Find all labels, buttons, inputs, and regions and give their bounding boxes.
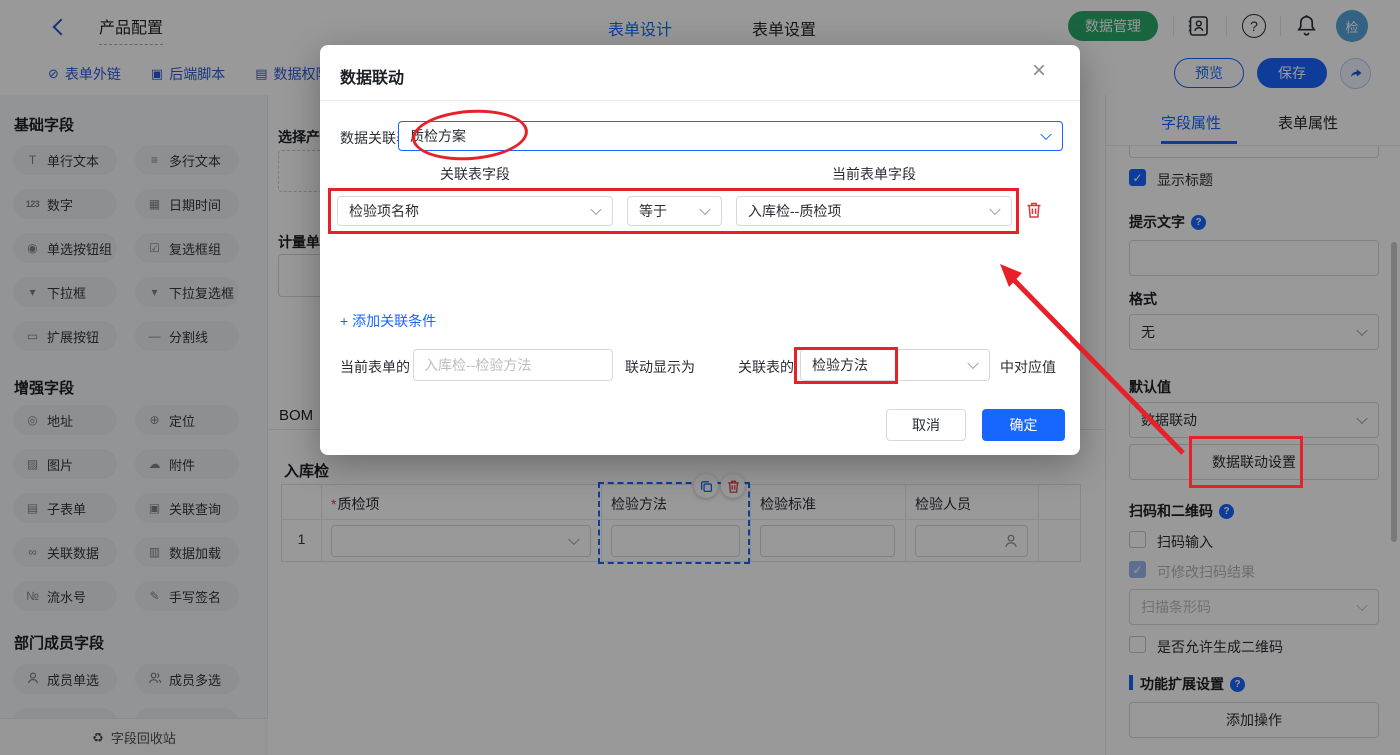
mapping-suffix-label: 中对应值 xyxy=(1000,359,1056,375)
mapping-rel-field-select[interactable]: 检验方法 xyxy=(800,349,990,381)
app-root: 产品配置 表单设计 表单设置 数据管理 ? 检 ⊘ 表单外链 ▣ 后端脚本 ▤ 数据权… xyxy=(0,0,1400,755)
data-linkage-modal: 数据联动 × 数据关联表 质检方案 关联表字段 当前表单字段 检验项名称 等于 … xyxy=(320,45,1080,455)
condition-operator-value: 等于 xyxy=(639,203,667,219)
mapping-prefix-label: 当前表单的 xyxy=(340,359,410,375)
chevron-down-icon xyxy=(989,203,1001,216)
chevron-down-icon xyxy=(590,203,602,216)
linked-table-value: 质检方案 xyxy=(410,128,466,144)
column-header-current-field: 当前表单字段 xyxy=(832,166,916,182)
close-icon[interactable]: × xyxy=(1032,59,1046,83)
confirm-label: 确定 xyxy=(1009,417,1038,433)
chevron-down-icon xyxy=(1040,128,1052,141)
delete-condition-button[interactable] xyxy=(1026,201,1042,222)
modal-title: 数据联动 xyxy=(340,70,405,87)
add-condition-label: 添加关联条件 xyxy=(352,313,437,329)
condition-form-field-select[interactable]: 入库检--质检项 xyxy=(736,196,1012,226)
chevron-down-icon xyxy=(699,203,711,216)
cancel-label: 取消 xyxy=(912,417,940,433)
condition-field-select[interactable]: 检验项名称 xyxy=(337,196,613,226)
condition-form-field-value: 入库检--质检项 xyxy=(748,203,842,219)
add-condition-link[interactable]: + 添加关联条件 xyxy=(340,311,436,331)
trash-icon xyxy=(1027,202,1041,218)
mapping-target-input[interactable] xyxy=(413,349,613,381)
mapping-middle-label: 联动显示为 xyxy=(625,359,695,375)
column-header-linked-field: 关联表字段 xyxy=(440,166,510,182)
cancel-button[interactable]: 取消 xyxy=(886,409,966,441)
divider xyxy=(320,100,1080,101)
confirm-button[interactable]: 确定 xyxy=(982,409,1065,441)
chevron-down-icon xyxy=(967,357,979,370)
mapping-rel-field-value: 检验方法 xyxy=(812,357,868,373)
plus-icon: + xyxy=(340,313,349,329)
condition-operator-select[interactable]: 等于 xyxy=(627,196,722,226)
mapping-rel-prefix-label: 关联表的 xyxy=(738,359,794,375)
linked-table-select[interactable]: 质检方案 xyxy=(398,121,1063,151)
condition-field-value: 检验项名称 xyxy=(349,203,419,219)
